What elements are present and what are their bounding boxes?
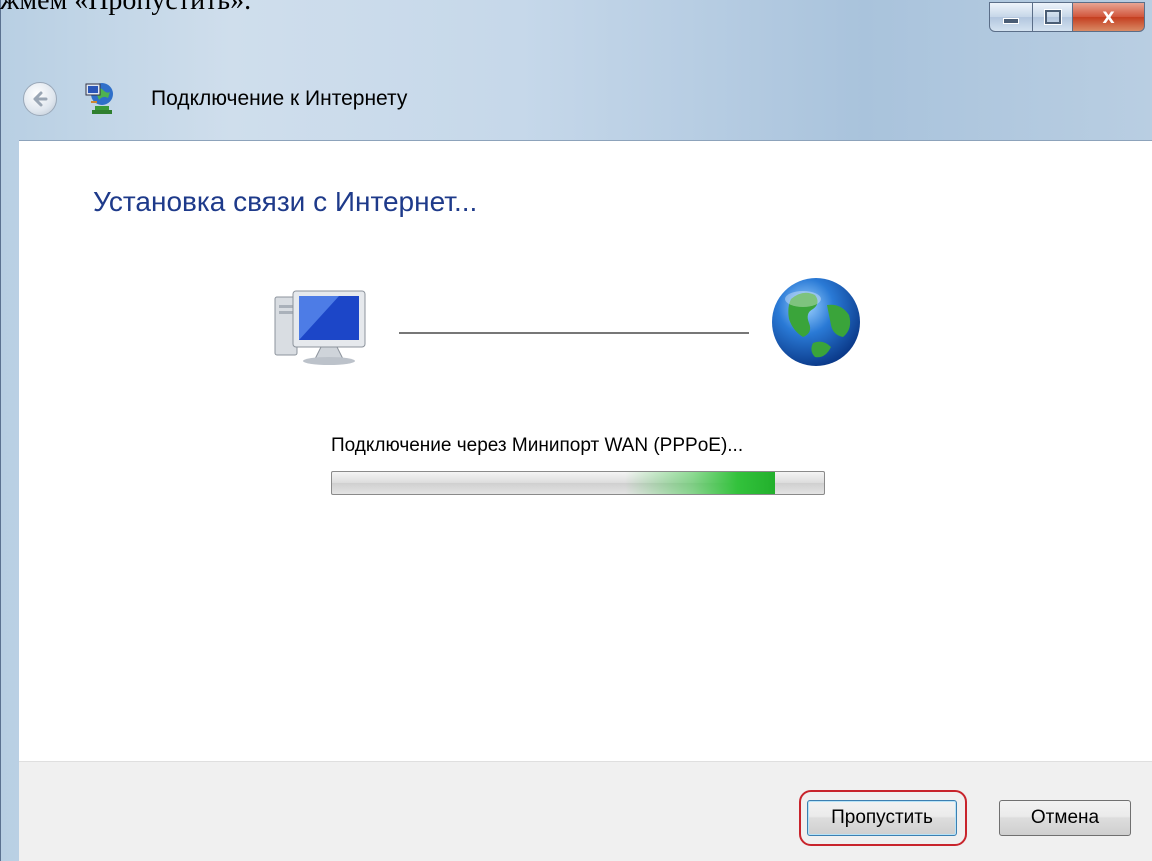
minimize-icon: [1003, 18, 1019, 24]
title-bar: X Подключение к Интернету: [1, 0, 1152, 140]
cancel-button[interactable]: Отмена: [999, 800, 1131, 836]
back-button[interactable]: [23, 82, 57, 116]
connection-line: [399, 332, 749, 334]
back-arrow-icon: [33, 91, 48, 107]
progress-bar: [331, 471, 825, 495]
button-bar: Пропустить Отмена: [19, 761, 1152, 861]
network-connection-icon: [85, 83, 113, 114]
globe-icon: [772, 278, 860, 366]
maximize-icon: [1044, 10, 1061, 24]
page-heading: Установка связи с Интернет...: [93, 186, 478, 217]
progress-glow: [624, 472, 775, 494]
skip-button[interactable]: Пропустить: [807, 800, 957, 836]
window-title: Подключение к Интернету: [151, 87, 408, 110]
progress-fill: [332, 472, 775, 494]
document-caption: жмем «Пропустить».: [0, 0, 252, 16]
content-area: Установка связи с Интернет... Подключени…: [19, 140, 1152, 762]
computer-icon: [274, 290, 366, 365]
close-button[interactable]: X: [1073, 2, 1145, 32]
page: X Подключение к Интернету Установка связ…: [0, 0, 1152, 861]
wizard-window: X Подключение к Интернету Установка связ…: [0, 0, 1152, 861]
close-icon: X: [1102, 7, 1115, 27]
status-text: Подключение через Минипорт WAN (PPPoE)..…: [331, 435, 744, 456]
window-controls: X: [989, 2, 1145, 38]
minimize-button[interactable]: [989, 2, 1033, 32]
maximize-button[interactable]: [1033, 2, 1073, 32]
